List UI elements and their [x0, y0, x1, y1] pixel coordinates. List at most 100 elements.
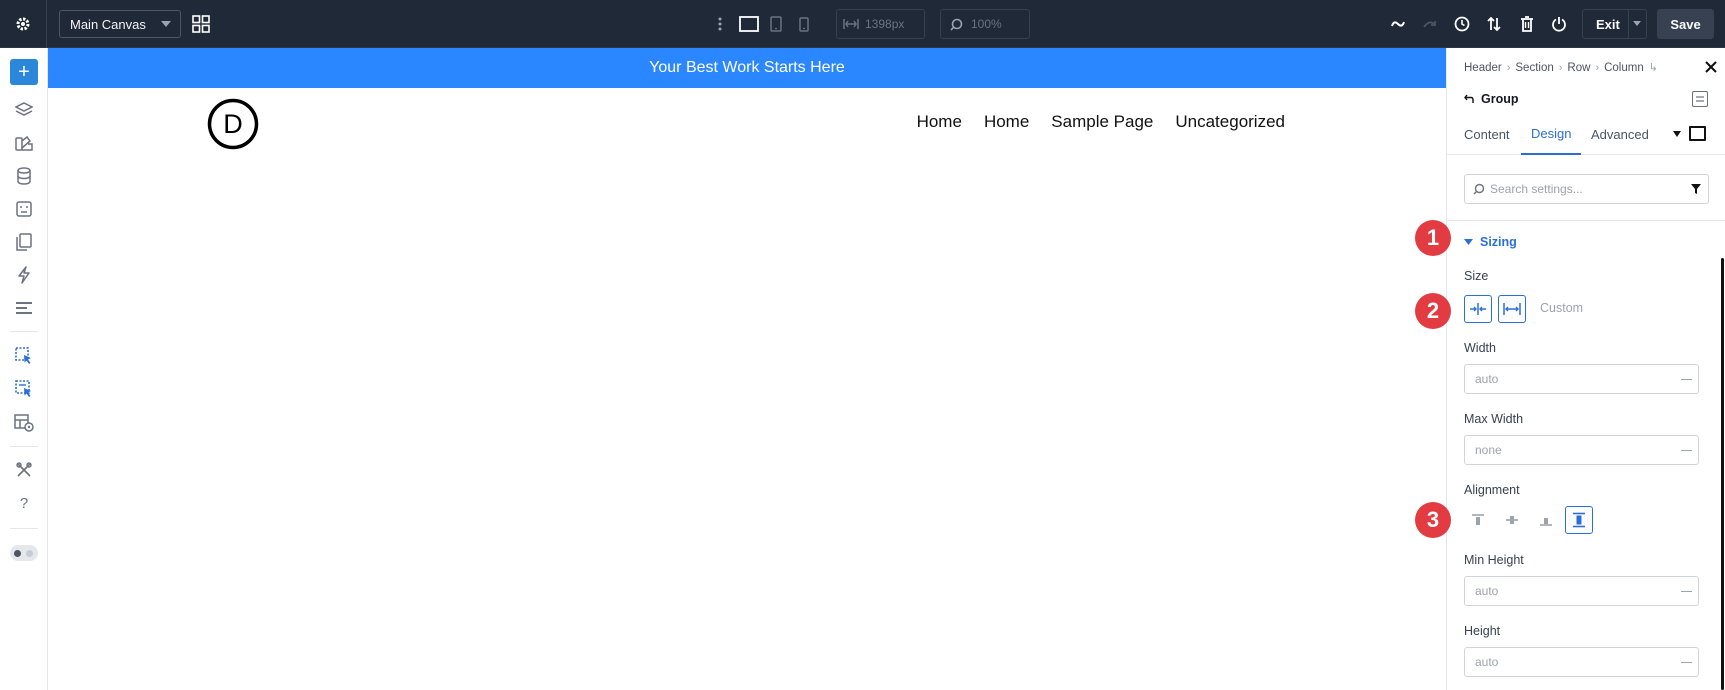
panel-scrollbar[interactable] [1721, 258, 1724, 690]
group-header[interactable]: Group [1464, 92, 1519, 106]
desktop-view-icon[interactable] [738, 14, 760, 34]
exit-dropdown-toggle[interactable] [1628, 10, 1646, 38]
settings-panel: Header › Section › Row › Column ↳ Group … [1446, 48, 1725, 690]
trash-icon[interactable] [1517, 14, 1537, 34]
unit-dash-icon [1681, 450, 1692, 451]
unit-dash-icon [1681, 591, 1692, 592]
search-icon [1473, 183, 1485, 195]
preset-box-icon[interactable] [1689, 126, 1706, 141]
breadcrumb-section[interactable]: Section [1515, 62, 1553, 74]
breadcrumb-row[interactable]: Row [1567, 62, 1590, 74]
settings-gear-icon[interactable] [10, 12, 36, 36]
design-swatches-icon[interactable] [12, 131, 36, 155]
min-height-label: Min Height [1464, 553, 1524, 567]
chevron-down-icon [161, 21, 171, 27]
sidebar-divider [10, 446, 38, 447]
canvas-width-field[interactable]: 1398px [836, 9, 925, 39]
dark-mode-toggle[interactable] [10, 545, 38, 561]
min-height-value: auto [1475, 584, 1499, 598]
zoom-value: 100% [971, 17, 1002, 31]
height-value: auto [1475, 655, 1499, 669]
width-value: auto [1475, 372, 1499, 386]
align-top-button[interactable] [1464, 506, 1492, 534]
size-shrink-button[interactable] [1464, 295, 1492, 323]
power-icon[interactable] [1549, 14, 1569, 34]
caret-down-icon [1464, 238, 1473, 246]
max-width-value: none [1475, 443, 1502, 457]
size-custom-option[interactable]: Custom [1540, 301, 1583, 315]
align-bottom-button[interactable] [1532, 506, 1560, 534]
tab-design-label: Design [1531, 126, 1572, 141]
preset-dropdown-icon[interactable] [1673, 131, 1681, 137]
return-arrow-icon: ↳ [1648, 62, 1658, 74]
min-height-input[interactable]: auto [1464, 576, 1699, 606]
unit-dash-icon [1681, 379, 1692, 380]
select-element-icon[interactable] [12, 344, 36, 368]
search-settings-input[interactable]: Search settings... [1464, 174, 1709, 204]
chevron-down-icon [1633, 21, 1641, 26]
close-icon[interactable] [1701, 57, 1721, 77]
step-badge-3: 3 [1415, 502, 1451, 538]
sort-arrows-icon[interactable] [1484, 14, 1504, 34]
size-fill-button[interactable] [1498, 295, 1526, 323]
exit-button[interactable]: Exit [1582, 9, 1647, 39]
width-input[interactable]: auto [1464, 364, 1699, 394]
menu-item-uncategorized[interactable]: Uncategorized [1175, 112, 1285, 132]
sidebar-divider [10, 331, 38, 332]
multi-select-icon[interactable] [12, 377, 36, 401]
history-clock-icon[interactable] [1452, 14, 1472, 34]
panel-options-icon[interactable] [1692, 91, 1708, 107]
breadcrumb-header[interactable]: Header [1464, 62, 1502, 74]
save-button[interactable]: Save [1657, 9, 1714, 39]
tab-content[interactable]: Content [1464, 114, 1510, 155]
tools-icon[interactable] [12, 458, 36, 482]
site-logo[interactable]: D [207, 98, 259, 150]
section-title: Sizing [1480, 235, 1517, 249]
undo-icon[interactable] [1388, 14, 1408, 34]
menu-item-home-2[interactable]: Home [984, 112, 1029, 132]
left-sidebar: + ? [0, 48, 48, 690]
max-width-label: Max Width [1464, 412, 1524, 426]
align-center-button[interactable] [1498, 506, 1526, 534]
filter-icon[interactable] [1690, 183, 1702, 195]
breadcrumb-column[interactable]: Column [1604, 62, 1644, 74]
width-label: Width [1464, 341, 1496, 355]
lightning-icon[interactable] [12, 263, 36, 287]
more-vertical-icon[interactable] [715, 15, 725, 33]
grid-layout-icon[interactable] [191, 14, 211, 34]
canvas-width-value: 1398px [865, 17, 905, 31]
height-input[interactable]: auto [1464, 647, 1699, 677]
menu-item-sample-page[interactable]: Sample Page [1051, 112, 1153, 132]
site-menu: Home Home Sample Page Uncategorized [917, 112, 1285, 132]
canvas-select[interactable]: Main Canvas [59, 10, 181, 38]
menu-item-home[interactable]: Home [917, 112, 962, 132]
step-badge-2: 2 [1415, 293, 1451, 329]
sizing-section-toggle[interactable]: Sizing [1464, 235, 1517, 249]
max-width-input[interactable]: none [1464, 435, 1699, 465]
pages-icon[interactable] [12, 230, 36, 254]
height-label: Height [1464, 624, 1501, 638]
tablet-view-icon[interactable] [769, 14, 783, 34]
step-badge-1: 1 [1415, 220, 1451, 256]
align-stretch-button[interactable] [1565, 506, 1593, 534]
preview-layout-icon[interactable] [12, 411, 36, 435]
template-icon[interactable] [12, 197, 36, 221]
breadcrumb: Header › Section › Row › Column ↳ [1464, 61, 1658, 75]
tab-advanced-label: Advanced [1591, 127, 1649, 142]
database-icon[interactable] [12, 164, 36, 188]
tab-design[interactable]: Design [1521, 114, 1582, 155]
zoom-field[interactable]: 100% [940, 9, 1030, 39]
text-lines-icon[interactable] [12, 296, 36, 320]
redo-icon[interactable] [1420, 14, 1440, 34]
top-banner: Your Best Work Starts Here [48, 48, 1446, 88]
layers-icon[interactable] [12, 98, 36, 122]
add-module-button[interactable]: + [10, 59, 38, 85]
search-icon [941, 18, 971, 31]
back-arrow-icon [1464, 94, 1474, 104]
width-arrows-icon [837, 18, 865, 30]
tab-advanced[interactable]: Advanced [1591, 114, 1649, 155]
help-icon[interactable]: ? [12, 491, 36, 515]
phone-view-icon[interactable] [798, 14, 810, 34]
chevron-right-icon: › [1558, 61, 1563, 74]
panel-divider [1447, 220, 1725, 221]
